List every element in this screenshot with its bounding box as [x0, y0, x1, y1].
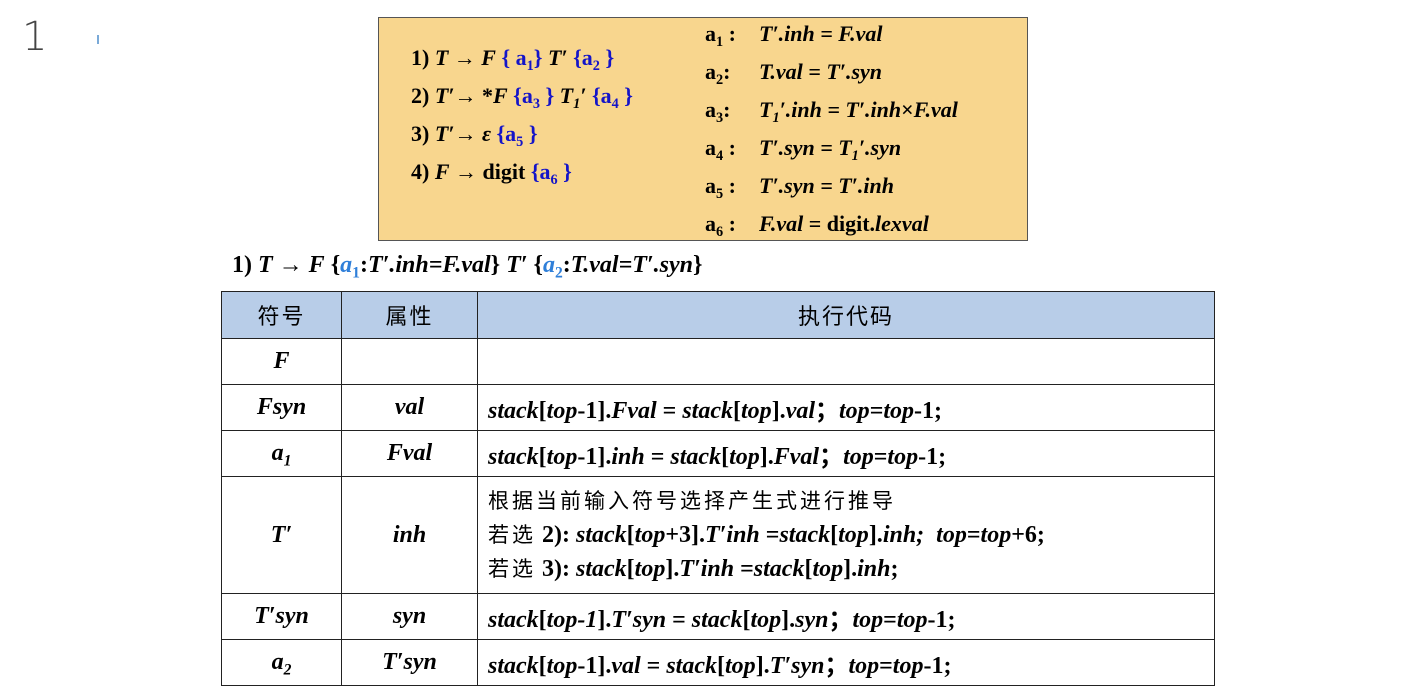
production-1: 1) T → F { a1} T′ {a2 }	[411, 45, 615, 74]
grammar-box: 1) T → F { a1} T′ {a2 } 2) T′→ *F {a3 } …	[378, 17, 1028, 241]
production-4: 4) F → digit {a6 }	[411, 159, 572, 188]
code-line-1: 根据当前输入符号选择产生式进行推导	[488, 489, 896, 513]
decorative-tick	[97, 35, 99, 44]
header-code: 执行代码	[477, 291, 1215, 339]
action-a1: a1 : T′.inh = F.val	[705, 21, 883, 50]
production-subtitle: 1) T → F {a1:T′.inh=F.val} T′ {a2:T.val=…	[232, 252, 703, 282]
cell-symbol: a2	[221, 639, 342, 686]
table-row: a2 T′syn stack[top-1].val = stack[top].T…	[221, 639, 1215, 686]
table-row: F	[221, 338, 1215, 385]
action-a4: a4 : T′.syn = T1′.syn	[705, 135, 902, 164]
cell-attr: val	[341, 384, 478, 431]
header-attribute: 属性	[341, 291, 478, 339]
production-3: 3) T′→ ε {a5 }	[411, 121, 538, 150]
header-symbol: 符号	[221, 291, 342, 339]
cell-attr	[341, 338, 478, 385]
cell-code: 根据当前输入符号选择产生式进行推导 若选 2): stack[top+3].T′…	[477, 476, 1215, 594]
cell-symbol: a1	[221, 430, 342, 477]
translation-table: 符号 属性 执行代码 F Fsyn val stack[top-1].Fval …	[221, 291, 1215, 686]
action-a3: a3: T1′.inh = T′.inh×F.val	[705, 97, 958, 126]
table-row: T′syn syn stack[top-1].T′syn = stack[top…	[221, 593, 1215, 640]
slide-number: 1	[22, 14, 48, 60]
cell-attr: T′syn	[341, 639, 478, 686]
table-row: a1 Fval stack[top-1].inh = stack[top].Fv…	[221, 430, 1215, 477]
cell-attr: Fval	[341, 430, 478, 477]
production-2: 2) T′→ *F {a3 } T1′ {a4 }	[411, 83, 633, 112]
cell-attr: syn	[341, 593, 478, 640]
cell-code: stack[top-1].Fval = stack[top].val；top=t…	[477, 384, 1215, 431]
cell-code: stack[top-1].inh = stack[top].Fval；top=t…	[477, 430, 1215, 477]
action-a5: a5 : T′.syn = T′.inh	[705, 173, 894, 202]
cell-code: stack[top-1].val = stack[top].T′syn；top=…	[477, 639, 1215, 686]
cell-symbol: T′	[221, 476, 342, 594]
cell-symbol: T′syn	[221, 593, 342, 640]
cell-code: stack[top-1].T′syn = stack[top].syn；top=…	[477, 593, 1215, 640]
table-header: 符号 属性 执行代码	[221, 291, 1215, 339]
table-row: Fsyn val stack[top-1].Fval = stack[top].…	[221, 384, 1215, 431]
cell-code	[477, 338, 1215, 385]
action-a2: a2: T.val = T′.syn	[705, 59, 883, 88]
cell-symbol: Fsyn	[221, 384, 342, 431]
table-row: T′ inh 根据当前输入符号选择产生式进行推导 若选 2): stack[to…	[221, 476, 1215, 594]
action-a6: a6 : F.val = digit.lexval	[705, 211, 929, 240]
cell-attr: inh	[341, 476, 478, 594]
cell-symbol: F	[221, 338, 342, 385]
